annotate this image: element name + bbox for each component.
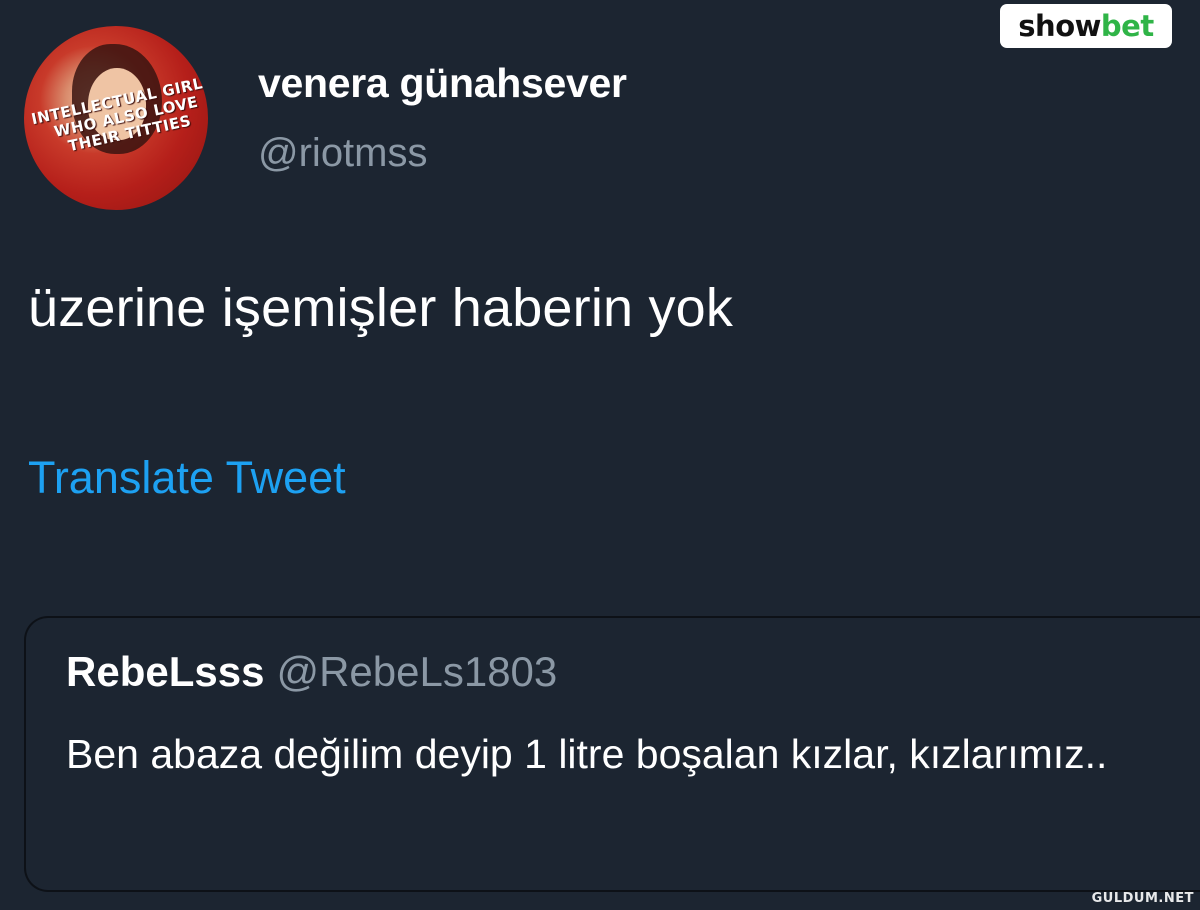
- tweet-text: üzerine işemişler haberin yok: [28, 278, 734, 338]
- quoted-handle: @RebeLs1803: [276, 648, 558, 695]
- author-display-name[interactable]: venera günahsever: [258, 60, 627, 107]
- quoted-tweet-card[interactable]: RebeLsss @RebeLs1803 Ben abaza değilim de…: [24, 616, 1200, 892]
- translate-tweet-link[interactable]: Translate Tweet: [28, 452, 346, 504]
- avatar[interactable]: INTELLECTUAL GIRLS WHO ALSO LOVE THEIR T…: [24, 26, 208, 210]
- logo-part-bet: bet: [1100, 9, 1154, 43]
- logo-part-show: show: [1018, 9, 1101, 43]
- showbet-logo: show bet: [1000, 4, 1172, 48]
- tweet-screenshot: INTELLECTUAL GIRLS WHO ALSO LOVE THEIR T…: [0, 0, 1200, 910]
- quoted-tweet-text: Ben abaza değilim deyip 1 litre boşalan …: [66, 731, 1108, 777]
- quoted-tweet-header: RebeLsss @RebeLs1803: [66, 648, 557, 696]
- author-handle[interactable]: @riotmss: [258, 131, 428, 176]
- quoted-display-name: RebeLsss: [66, 648, 265, 695]
- site-watermark: GULDUM.NET: [1091, 891, 1194, 906]
